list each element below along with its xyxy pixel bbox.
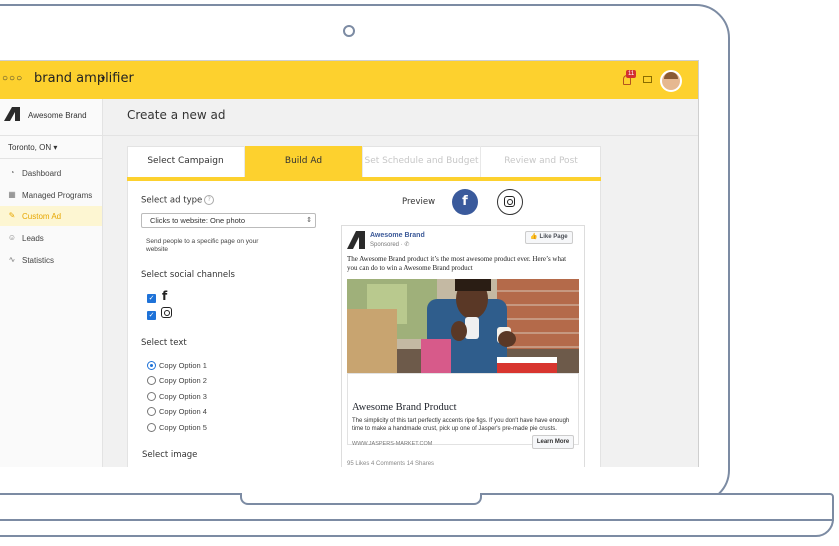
copy-option-radio-4[interactable] bbox=[147, 407, 156, 416]
ad-type-hint: Send people to a specific page on your w… bbox=[146, 238, 259, 253]
sidebar: Awesome Brand Toronto, ON ▾ ◔ Dashboard … bbox=[0, 99, 103, 467]
facebook-icon: f bbox=[162, 289, 168, 303]
facebook-checkbox[interactable]: ✓ bbox=[147, 294, 156, 303]
sidebar-item-custom-ad[interactable]: ✎ Custom Ad bbox=[0, 206, 102, 226]
brand-logo-icon bbox=[4, 107, 20, 121]
sidebar-item-label: Managed Programs bbox=[22, 191, 93, 200]
top-bar: ○○○ brand amplifier ▾ 11 bbox=[0, 61, 698, 99]
copy-option-radio-3[interactable] bbox=[147, 392, 156, 401]
sidebar-item-label: Dashboard bbox=[22, 169, 62, 178]
sidebar-item-label: Custom Ad bbox=[22, 212, 62, 221]
post-headline: Awesome Brand Product bbox=[352, 402, 457, 413]
grid-icon: ▦ bbox=[8, 190, 16, 199]
like-page-button[interactable]: 👍 Like Page bbox=[525, 231, 573, 244]
ad-type-label: Select ad type? bbox=[141, 195, 215, 206]
post-url: WWW.JASPERS-MARKET.COM bbox=[352, 441, 433, 447]
sidebar-item-label: Statistics bbox=[22, 256, 55, 265]
copy-option-label[interactable]: Copy Option 1 bbox=[159, 361, 207, 370]
laptop-notch bbox=[240, 493, 482, 505]
app-name[interactable]: brand amplifier bbox=[34, 71, 134, 86]
ad-type-select[interactable]: Clicks to website: One photo ⇕ bbox=[141, 213, 316, 228]
post-brand-name[interactable]: Awesome Brand bbox=[370, 232, 425, 239]
ad-type-value: Clicks to website: One photo bbox=[150, 216, 246, 225]
copy-option-radio-1[interactable] bbox=[147, 361, 156, 370]
post-text: The Awesome Brand product it’s the most … bbox=[347, 255, 567, 272]
mail-icon[interactable] bbox=[643, 76, 652, 83]
copy-option-radio-5[interactable] bbox=[147, 423, 156, 432]
instagram-icon bbox=[504, 196, 515, 207]
brand-logo-icon bbox=[347, 231, 365, 249]
chevron-down-icon[interactable]: ▾ bbox=[101, 74, 105, 83]
instagram-checkbox[interactable]: ✓ bbox=[147, 311, 156, 320]
sidebar-item-statistics[interactable]: ∿ Statistics bbox=[0, 250, 102, 270]
select-arrows-icon: ⇕ bbox=[306, 217, 312, 224]
post-sponsored: Sponsored · ✆ bbox=[370, 242, 410, 248]
laptop-base-edge bbox=[0, 519, 834, 521]
app-screen: ○○○ brand amplifier ▾ 11 Awesome Brand T… bbox=[0, 60, 699, 467]
people-icon: ☺ bbox=[7, 233, 17, 242]
post-description: The simplicity of this tart perfectly ac… bbox=[352, 418, 570, 432]
divider bbox=[0, 158, 102, 159]
help-icon[interactable]: ? bbox=[204, 195, 215, 205]
learn-more-button[interactable]: Learn More bbox=[532, 435, 574, 449]
copy-option-label[interactable]: Copy Option 5 bbox=[159, 423, 207, 432]
instagram-icon bbox=[161, 307, 172, 318]
camera-icon bbox=[343, 25, 355, 37]
select-image-label: Select image bbox=[142, 450, 198, 460]
pencil-icon: ✎ bbox=[8, 211, 16, 220]
tab-progress-bar bbox=[127, 177, 601, 181]
post-stats: 95 Likes 4 Comments 14 Shares bbox=[347, 461, 435, 467]
tab-review-and-post[interactable]: Review and Post bbox=[481, 146, 601, 177]
sidebar-brand-name: Awesome Brand bbox=[28, 111, 87, 120]
avatar-hair bbox=[664, 72, 678, 79]
social-channels-label: Select social channels bbox=[141, 270, 235, 280]
post-photo bbox=[347, 279, 579, 373]
sidebar-item-managed-programs[interactable]: ▦ Managed Programs bbox=[0, 185, 102, 205]
copy-option-label[interactable]: Copy Option 2 bbox=[159, 376, 207, 385]
sidebar-item-leads[interactable]: ☺ Leads bbox=[0, 228, 102, 248]
wizard-tabs: Select Campaign Build Ad Set Schedule an… bbox=[127, 146, 601, 180]
tab-select-campaign[interactable]: Select Campaign bbox=[127, 146, 245, 177]
dashboard-icon: ◔ bbox=[9, 168, 15, 177]
facebook-preview-button[interactable]: f bbox=[452, 189, 478, 215]
sidebar-item-label: Leads bbox=[22, 234, 44, 243]
sidebar-item-dashboard[interactable]: ◔ Dashboard bbox=[0, 163, 102, 183]
location-selector[interactable]: Toronto, ON ▾ bbox=[8, 143, 57, 152]
divider bbox=[0, 135, 102, 136]
copy-option-label[interactable]: Copy Option 3 bbox=[159, 392, 207, 401]
divider bbox=[103, 135, 698, 136]
copy-option-radio-2[interactable] bbox=[147, 376, 156, 385]
preview-label: Preview bbox=[402, 197, 436, 207]
logo-icon: ○○○ bbox=[2, 73, 24, 84]
chart-icon: ∿ bbox=[8, 255, 16, 264]
instagram-preview-button[interactable] bbox=[497, 189, 523, 215]
tab-set-schedule[interactable]: Set Schedule and Budget bbox=[363, 146, 481, 177]
page-title: Create a new ad bbox=[127, 108, 226, 122]
tab-build-ad[interactable]: Build Ad bbox=[245, 146, 363, 177]
select-text-label: Select text bbox=[141, 338, 187, 348]
copy-option-label[interactable]: Copy Option 4 bbox=[159, 407, 207, 416]
notification-badge: 11 bbox=[626, 70, 637, 78]
